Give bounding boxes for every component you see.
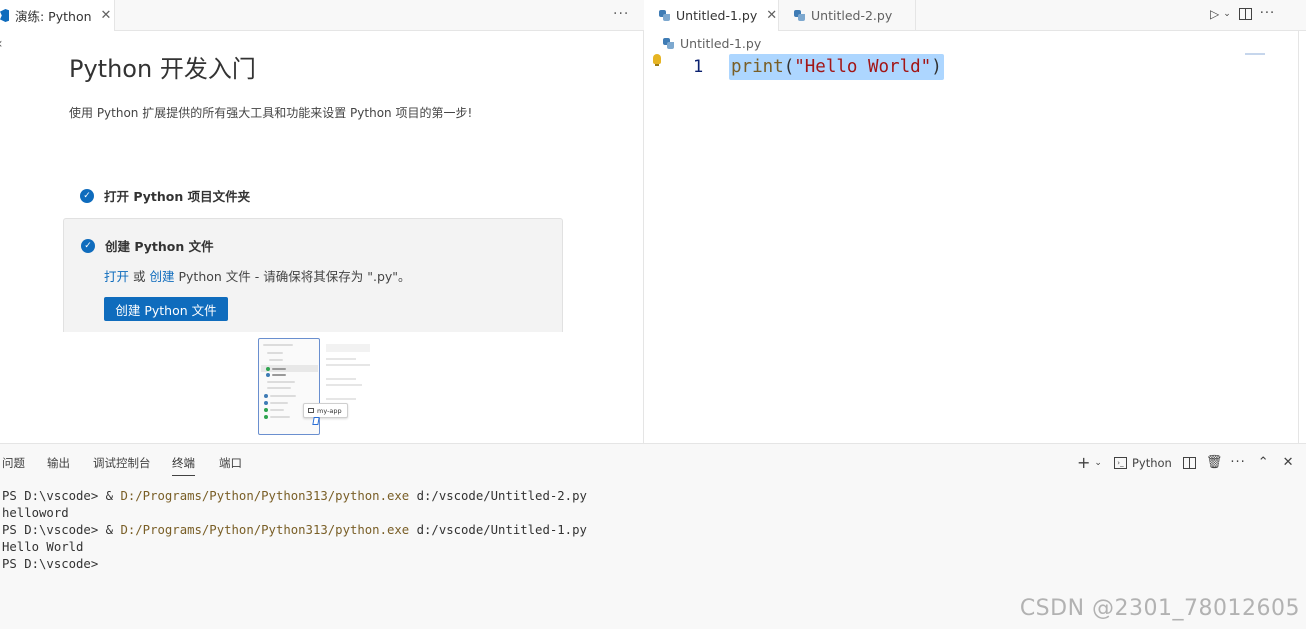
tab-walkthrough[interactable]: 演练: Python ✕ bbox=[0, 0, 115, 31]
walkthrough-title: Python 开发入门 bbox=[69, 55, 256, 83]
vertical-scrollbar[interactable] bbox=[1298, 31, 1299, 443]
more-actions-icon[interactable]: ··· bbox=[1230, 455, 1245, 470]
left-tab-bar: 演练: Python ✕ ··· bbox=[0, 0, 644, 31]
chevron-left-icon[interactable]: ‹ bbox=[0, 36, 3, 52]
add-terminal-icon[interactable]: + bbox=[1077, 453, 1090, 472]
breadcrumb-file[interactable]: Untitled-1.py bbox=[680, 36, 761, 51]
check-circle-icon: ✓ bbox=[81, 238, 95, 253]
terminal-icon: ›_ bbox=[1113, 456, 1127, 469]
walkthrough-illustration: my-app bbox=[258, 338, 373, 438]
check-circle-icon: ✓ bbox=[80, 188, 94, 203]
step-create-file[interactable]: ✓ 创建 Python 文件 bbox=[81, 236, 214, 255]
tab-terminal[interactable]: 终端 bbox=[172, 455, 195, 476]
terminal-line: helloword bbox=[2, 506, 69, 520]
tab-problems[interactable]: 问题 bbox=[2, 455, 25, 471]
python-file-icon bbox=[794, 10, 805, 21]
terminal-profile-label[interactable]: Python bbox=[1132, 456, 1172, 470]
terminal-output[interactable]: PS D:\vscode> & D:/Programs/Python/Pytho… bbox=[2, 488, 587, 573]
folder-icon bbox=[308, 408, 314, 413]
chevron-down-icon[interactable]: ⌄ bbox=[1223, 9, 1231, 19]
or-text: 或 bbox=[133, 269, 146, 284]
minimap[interactable] bbox=[1245, 53, 1265, 55]
code-string: "Hello World" bbox=[794, 57, 932, 77]
create-link[interactable]: 创建 bbox=[150, 269, 175, 284]
code-open-paren: ( bbox=[783, 57, 795, 77]
tab-walkthrough-label: 演练: Python bbox=[15, 9, 92, 24]
terminal-line: PS D:\vscode> bbox=[2, 557, 99, 571]
tab-ports[interactable]: 端口 bbox=[219, 455, 242, 471]
breadcrumb[interactable]: Untitled-1.py bbox=[663, 36, 761, 51]
code-function: print bbox=[731, 57, 784, 77]
step-detail-text: 打开 或 创建 Python 文件 - 请确保将其保存为 ".py"。 bbox=[104, 266, 411, 285]
vscode-icon bbox=[0, 9, 9, 22]
terminal-line: PS D:\vscode> & D:/Programs/Python/Pytho… bbox=[2, 523, 587, 537]
split-editor-icon[interactable] bbox=[1238, 7, 1252, 20]
editor-toolbar: ▷ ⌄ ··· bbox=[1210, 6, 1275, 21]
step-create-file-label: 创建 Python 文件 bbox=[105, 239, 214, 254]
lightbulb-icon[interactable] bbox=[653, 54, 661, 66]
step-card-create-file: ✓ 创建 Python 文件 打开 或 创建 Python 文件 - 请确保将其… bbox=[63, 218, 563, 332]
create-python-file-button[interactable]: 创建 Python 文件 bbox=[104, 297, 228, 321]
right-editor-group: Untitled-1.py ✕ Untitled-2.py ▷ ⌄ ··· Un… bbox=[645, 0, 1306, 443]
panel-toolbar: + ⌄ ›_ Python 🗑 ··· ⌃ ✕ bbox=[1077, 453, 1294, 472]
tab-untitled-1[interactable]: Untitled-1.py ✕ bbox=[645, 0, 779, 31]
tab-output[interactable]: 输出 bbox=[47, 455, 70, 471]
illustration-chip-label: my-app bbox=[317, 406, 342, 415]
illustration-explorer-panel bbox=[258, 338, 320, 435]
python-file-icon bbox=[663, 38, 674, 49]
trash-icon[interactable]: 🗑 bbox=[1206, 455, 1223, 470]
code-close-paren: ) bbox=[931, 57, 942, 77]
left-editor-group: 演练: Python ✕ ··· ‹ Python 开发入门 使用 Python… bbox=[0, 0, 644, 443]
step-detail-rest: Python 文件 - 请确保将其保存为 ".py"。 bbox=[178, 269, 411, 284]
python-file-icon bbox=[659, 10, 670, 21]
chevron-up-icon[interactable]: ⌃ bbox=[1258, 455, 1269, 470]
tab-untitled-2-label: Untitled-2.py bbox=[811, 8, 893, 23]
vscode-window: 演练: Python ✕ ··· ‹ Python 开发入门 使用 Python… bbox=[0, 0, 1306, 629]
line-number: 1 bbox=[693, 57, 704, 77]
close-icon[interactable]: ✕ bbox=[101, 8, 112, 23]
run-icon[interactable]: ▷ bbox=[1210, 7, 1219, 21]
close-icon[interactable]: ✕ bbox=[766, 8, 777, 23]
open-link[interactable]: 打开 bbox=[104, 269, 129, 284]
tab-untitled-1-label: Untitled-1.py bbox=[676, 8, 758, 23]
watermark: CSDN @2301_78012605 bbox=[1019, 596, 1300, 621]
step-open-folder-label: 打开 Python 项目文件夹 bbox=[104, 189, 251, 204]
tab-debug-console[interactable]: 调试控制台 bbox=[93, 455, 151, 471]
close-panel-icon[interactable]: ✕ bbox=[1283, 455, 1294, 470]
bottom-panel: 问题 输出 调试控制台 终端 端口 + ⌄ ›_ Python 🗑 ··· ⌃ … bbox=[0, 443, 1306, 629]
more-actions-icon[interactable]: ··· bbox=[1260, 6, 1275, 21]
illustration-folder-chip: my-app bbox=[303, 403, 348, 418]
code-line-1[interactable]: print("Hello World") bbox=[729, 54, 944, 80]
tab-untitled-2[interactable]: Untitled-2.py bbox=[780, 0, 916, 31]
right-tab-bar: Untitled-1.py ✕ Untitled-2.py ▷ ⌄ ··· bbox=[645, 0, 1306, 31]
split-terminal-icon[interactable] bbox=[1182, 456, 1196, 469]
more-actions-icon[interactable]: ··· bbox=[613, 6, 629, 22]
walkthrough-description: 使用 Python 扩展提供的所有强大工具和功能来设置 Python 项目的第一… bbox=[69, 106, 473, 120]
step-open-folder[interactable]: ✓ 打开 Python 项目文件夹 bbox=[80, 186, 250, 205]
chevron-down-icon[interactable]: ⌄ bbox=[1094, 458, 1102, 468]
terminal-line: PS D:\vscode> & D:/Programs/Python/Pytho… bbox=[2, 489, 587, 503]
terminal-line: Hello World bbox=[2, 540, 84, 554]
